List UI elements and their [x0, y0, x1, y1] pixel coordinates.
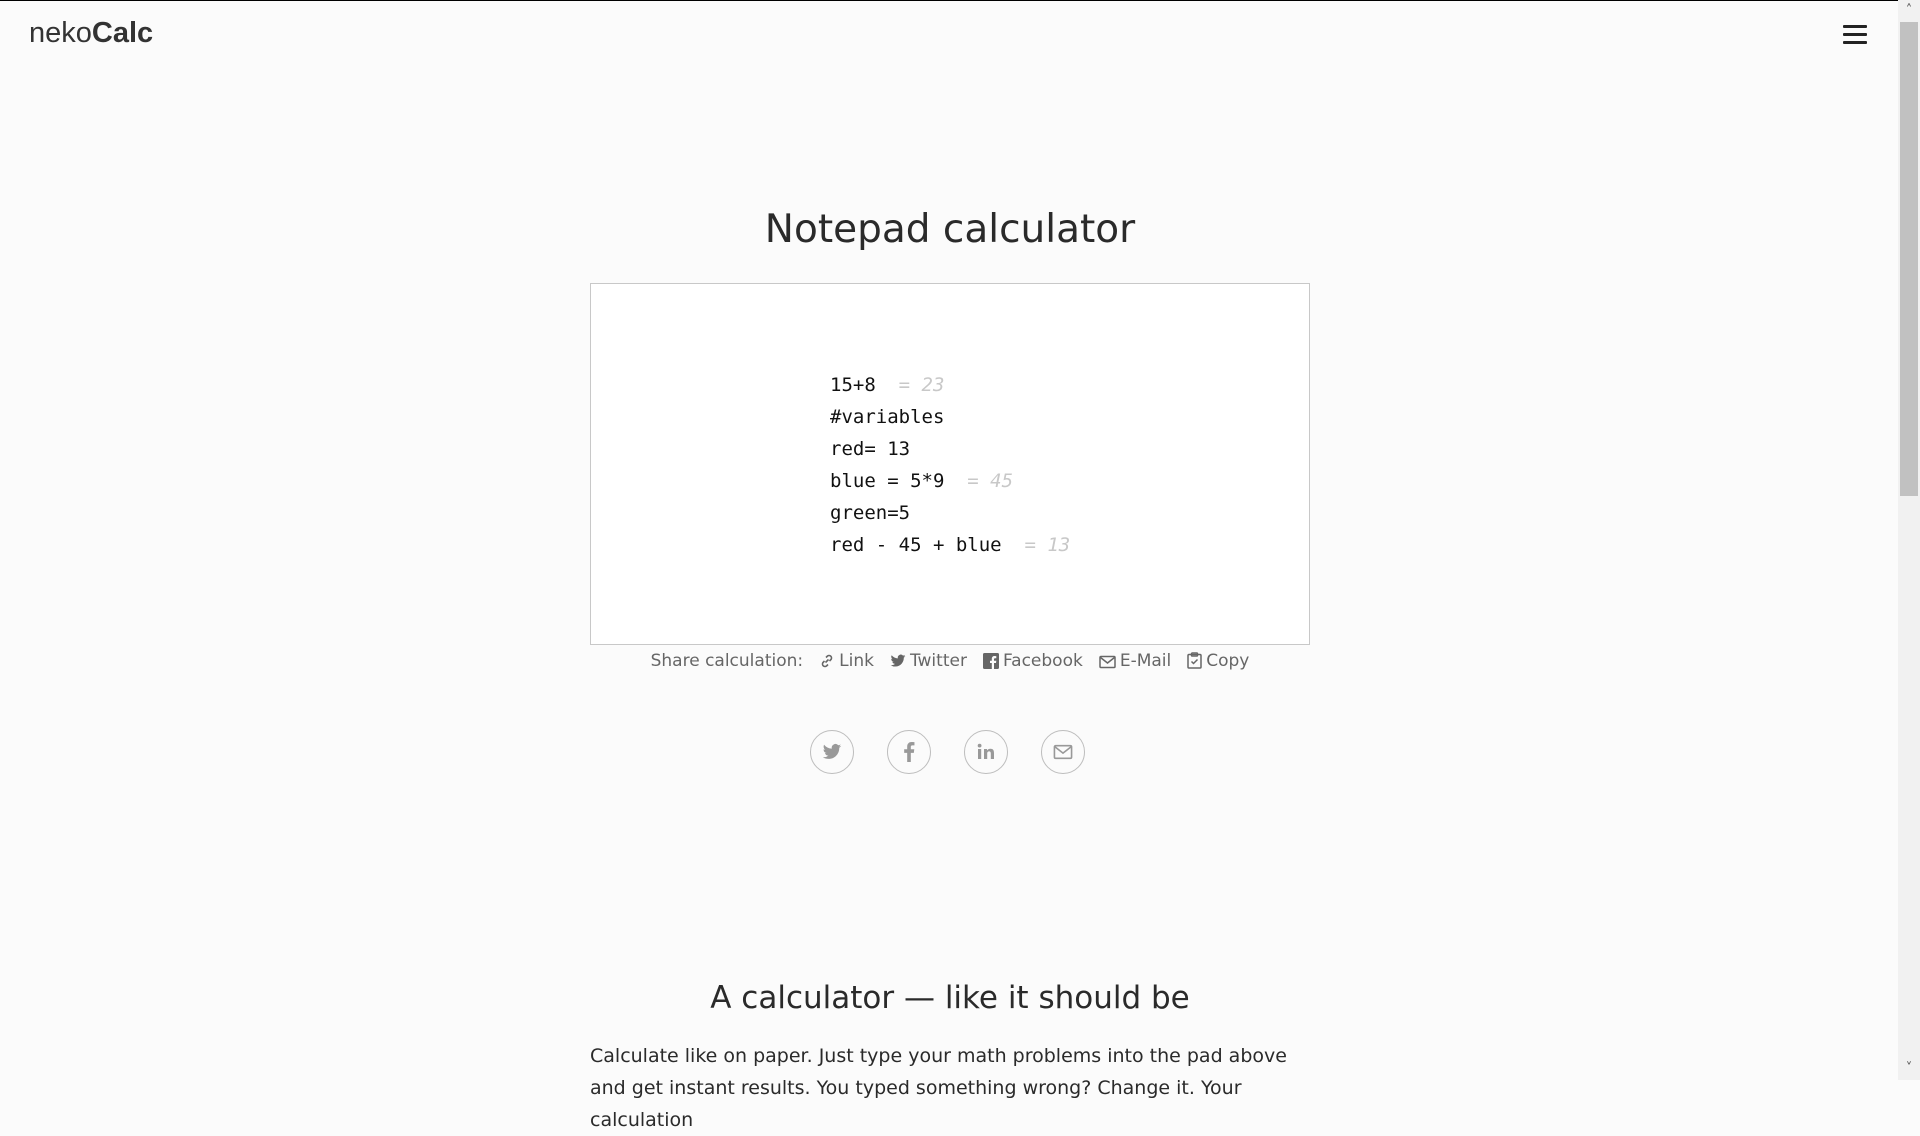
social-facebook-button[interactable]	[887, 730, 931, 774]
share-email-label: E-Mail	[1119, 651, 1172, 671]
notepad-expression: 15+8	[830, 374, 876, 396]
social-email-button[interactable]	[1041, 730, 1085, 774]
social-twitter-button[interactable]	[810, 730, 854, 774]
twitter-icon	[822, 744, 842, 759]
logo-text-light: neko	[29, 17, 92, 49]
clipboard-icon	[1187, 652, 1202, 669]
notepad-line[interactable]: red - 45 + blue = 13	[830, 529, 1070, 561]
notepad-result: = 23	[898, 374, 945, 396]
top-border	[0, 0, 1920, 1]
facebook-icon	[904, 742, 915, 762]
notepad-line[interactable]: #variables	[830, 401, 1070, 433]
notepad-expression: blue = 5*9	[830, 470, 945, 492]
linkedin-icon	[977, 743, 994, 759]
share-twitter-button[interactable]: Twitter	[890, 651, 967, 671]
social-linkedin-button[interactable]	[964, 730, 1008, 774]
scroll-down-arrow-icon[interactable]: ˅	[1898, 1058, 1920, 1080]
notepad-line[interactable]: green=5	[830, 497, 1070, 529]
facebook-icon	[982, 653, 999, 669]
notepad-expression: red - 45 + blue	[830, 534, 1002, 556]
notepad-expression: red= 13	[830, 438, 911, 460]
vertical-scrollbar[interactable]: ˄ ˅	[1898, 0, 1920, 1080]
share-label: Share calculation:	[650, 651, 804, 671]
notepad-line[interactable]: 15+8 = 23	[830, 369, 1070, 401]
share-link-button[interactable]: Link	[819, 651, 874, 671]
share-copy-button[interactable]: Copy	[1187, 651, 1249, 671]
notepad-editor[interactable]: 15+8 = 23 #variables red= 13 blue = 5*9 = 4…	[590, 283, 1310, 645]
logo-text-bold: Calc	[91, 17, 154, 49]
share-facebook-button[interactable]: Facebook	[982, 651, 1083, 671]
section-text: Calculate like on paper. Just type your …	[590, 1045, 1287, 1131]
mail-icon	[1099, 655, 1116, 669]
share-twitter-label: Twitter	[909, 651, 967, 671]
social-share-row	[810, 730, 1120, 778]
twitter-icon	[890, 654, 906, 667]
share-copy-label: Copy	[1206, 651, 1250, 671]
mail-icon	[1053, 744, 1073, 760]
notepad-expression: #variables	[830, 406, 945, 428]
scrollbar-thumb[interactable]	[1900, 22, 1918, 496]
share-link-label: Link	[839, 651, 874, 671]
notepad-lines[interactable]: 15+8 = 23 #variables red= 13 blue = 5*9 = 4…	[830, 369, 1070, 561]
notepad-expression: green=5	[830, 502, 911, 524]
logo[interactable]: nekoCalc	[29, 17, 153, 50]
notepad-line[interactable]: blue = 5*9 = 45	[830, 465, 1070, 497]
scroll-up-arrow-icon[interactable]: ˄	[1898, 0, 1920, 22]
share-email-button[interactable]: E-Mail	[1099, 651, 1171, 671]
share-bar: Share calculation: Link Twitter Facebook E-M…	[590, 651, 1310, 671]
menu-icon[interactable]	[1843, 25, 1867, 45]
section-title: A calculator — like it should be	[710, 980, 1190, 1016]
share-facebook-label: Facebook	[1002, 651, 1083, 671]
link-icon	[821, 654, 833, 668]
notepad-result: = 13	[1024, 534, 1071, 556]
notepad-line[interactable]: red= 13	[830, 433, 1070, 465]
page-title: Notepad calculator	[764, 207, 1136, 252]
notepad-result: = 45	[967, 470, 1014, 492]
